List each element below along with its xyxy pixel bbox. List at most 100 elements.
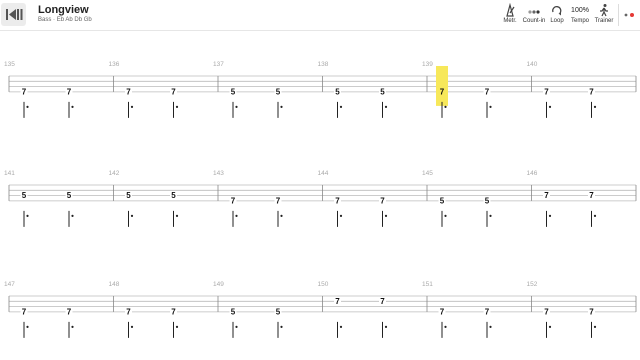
- top-toolbar: Longview Bass · Eb Ab Db Gb Metr. Count-…: [0, 0, 640, 31]
- measure-number: 135: [4, 61, 15, 68]
- fret-number: 5: [126, 191, 131, 200]
- fret-number: 7: [544, 88, 549, 97]
- dotted-rhythm-dot: [593, 214, 597, 217]
- dotted-rhythm-dot: [26, 214, 29, 217]
- dotted-rhythm-dot: [444, 214, 447, 217]
- count-in-icon: [528, 10, 540, 14]
- dotted-rhythm-dot: [339, 325, 343, 328]
- fret-number: 7: [544, 191, 549, 200]
- dotted-rhythm-dot: [339, 105, 343, 108]
- count-in-button[interactable]: Count-in: [520, 3, 548, 24]
- measure-number: 145: [422, 170, 433, 177]
- fret-number: 7: [231, 197, 236, 206]
- measure-number: 144: [318, 170, 329, 177]
- dotted-rhythm-dot: [26, 105, 29, 108]
- more-button[interactable]: [621, 3, 637, 32]
- dotted-rhythm-dot: [489, 325, 492, 328]
- fret-number: 5: [231, 308, 236, 317]
- dotted-rhythm-dot: [235, 325, 238, 328]
- dotted-rhythm-dot: [71, 214, 74, 217]
- fret-number: 5: [485, 197, 490, 206]
- metronome-icon: [506, 3, 515, 17]
- fret-number: 5: [67, 191, 72, 200]
- back-to-start-icon: [6, 9, 23, 20]
- dotted-rhythm-dot: [548, 214, 552, 217]
- fret-number: 7: [171, 88, 176, 97]
- instrument-label: Bass: [38, 17, 52, 23]
- measure-number: 140: [527, 61, 538, 68]
- fret-number: 7: [589, 88, 594, 97]
- dotted-rhythm-dot: [175, 105, 179, 108]
- fret-number: 7: [589, 308, 594, 317]
- fret-number: 7: [335, 197, 340, 206]
- fret-number: 7: [126, 88, 131, 97]
- fret-number: 5: [440, 197, 445, 206]
- fret-number: 5: [22, 191, 27, 200]
- tempo-button[interactable]: 100% Tempo: [568, 3, 592, 24]
- fret-number: 5: [231, 88, 236, 97]
- measure-number: 149: [213, 281, 224, 288]
- fret-number: 7: [380, 197, 385, 206]
- metronome-button[interactable]: Metr.: [500, 3, 520, 24]
- dotted-rhythm-dot: [71, 105, 74, 108]
- tempo-label: Tempo: [570, 18, 589, 24]
- measure-number: 137: [213, 61, 224, 68]
- song-subtitle: Bass · Eb Ab Db Gb: [38, 17, 92, 23]
- dotted-rhythm-dot: [175, 325, 179, 328]
- measure-number: 146: [527, 170, 538, 177]
- fret-number: 7: [485, 308, 490, 317]
- fret-number: 5: [171, 191, 176, 200]
- dotted-rhythm-dot: [489, 214, 492, 217]
- song-title: Longview: [38, 4, 89, 16]
- fret-number: 7: [22, 308, 27, 317]
- fret-number: 7: [67, 308, 72, 317]
- dotted-rhythm-dot: [489, 105, 492, 108]
- dotted-rhythm-dot: [593, 105, 597, 108]
- fret-number: 5: [276, 308, 281, 317]
- fret-number: 7: [544, 308, 549, 317]
- dotted-rhythm-dot: [339, 214, 343, 217]
- trainer-label: Trainer: [594, 18, 614, 24]
- measure-number: 143: [213, 170, 224, 177]
- fret-number: 5: [276, 88, 281, 97]
- loop-label: Loop: [550, 18, 564, 24]
- dotted-rhythm-dot: [130, 214, 134, 217]
- measure-number: 151: [422, 281, 433, 288]
- back-button[interactable]: [1, 3, 26, 26]
- dotted-rhythm-dot: [26, 325, 29, 328]
- dotted-rhythm-dot: [593, 325, 597, 328]
- dotted-rhythm-dot: [130, 105, 134, 108]
- dotted-rhythm-dot: [280, 105, 283, 108]
- fret-number: 7: [440, 308, 445, 317]
- dotted-rhythm-dot: [384, 105, 388, 108]
- fret-number: 7: [276, 197, 281, 206]
- measure-number: 150: [318, 281, 329, 288]
- tab-score[interactable]: 135 7 7 136 7 7 137 5 5 138 5 5 139 7 7 140 7 7 141 5 5 142 5 5…: [0, 31, 640, 360]
- trainer-button[interactable]: Trainer: [593, 3, 615, 24]
- loop-icon: [552, 6, 562, 16]
- count-in-label: Count-in: [522, 18, 546, 24]
- measure-number: 147: [4, 281, 15, 288]
- measure-number: 152: [527, 281, 538, 288]
- loop-button[interactable]: Loop: [548, 3, 566, 24]
- fret-number: 7: [67, 88, 72, 97]
- fret-number: 7: [380, 297, 385, 306]
- dotted-rhythm-dot: [280, 214, 283, 217]
- measure-number: 148: [109, 281, 120, 288]
- runner-icon: [600, 4, 608, 17]
- fret-number: 5: [335, 88, 340, 97]
- tempo-value: 100%: [571, 7, 589, 14]
- dotted-rhythm-dot: [444, 325, 447, 328]
- dotted-rhythm-dot: [444, 105, 447, 108]
- dotted-rhythm-dot: [235, 105, 238, 108]
- fret-number: 5: [380, 88, 385, 97]
- fret-number: 7: [22, 88, 27, 97]
- tuning-label: Eb Ab Db Gb: [56, 17, 92, 23]
- dotted-rhythm-dot: [235, 214, 238, 217]
- dotted-rhythm-dot: [130, 325, 134, 328]
- more-options-icon: [624, 13, 634, 17]
- fret-number: 7: [589, 191, 594, 200]
- dotted-rhythm-dot: [280, 325, 283, 328]
- measure-number: 139: [422, 61, 433, 68]
- measure-number: 142: [109, 170, 120, 177]
